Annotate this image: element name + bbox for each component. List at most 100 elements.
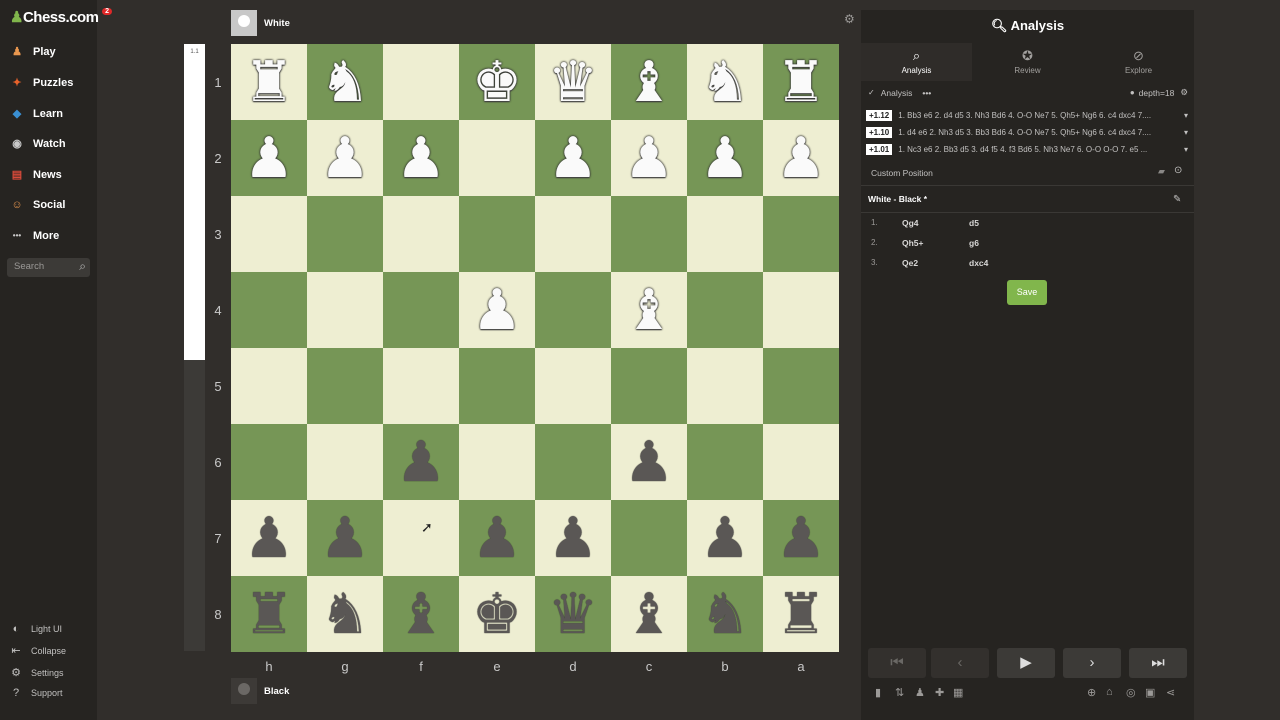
engine-line[interactable]: +1.01 1. Nc3 e6 2. Bb3 d5 3. d4 f5 4. f3 … — [866, 144, 1188, 155]
white-pawn-icon[interactable]: ♟ — [244, 130, 294, 186]
board-square[interactable] — [687, 196, 763, 272]
board-square[interactable]: ♚ — [459, 576, 535, 652]
sidebar-item-watch[interactable]: ◉ Watch — [9, 134, 65, 154]
white-move[interactable]: Qh5+ — [902, 238, 924, 248]
black-rook-icon[interactable]: ♜ — [776, 586, 826, 642]
board-square[interactable] — [459, 120, 535, 196]
board-square[interactable]: ♟ — [307, 120, 383, 196]
black-move[interactable]: dxc4 — [969, 258, 988, 268]
next-move-button[interactable]: › — [1063, 648, 1121, 678]
white-pawn-icon[interactable]: ♟ — [320, 130, 370, 186]
white-move[interactable]: Qg4 — [902, 218, 919, 228]
board-square[interactable]: ♜ — [763, 576, 839, 652]
white-knight-icon[interactable]: ♞ — [320, 54, 370, 110]
board-square[interactable]: ♜ — [763, 44, 839, 120]
black-pawn-icon[interactable]: ♟ — [624, 434, 674, 490]
black-queen-icon[interactable]: ♛ — [548, 586, 598, 642]
black-move[interactable]: d5 — [969, 218, 979, 228]
board-square[interactable] — [231, 348, 307, 424]
board-square[interactable] — [687, 272, 763, 348]
black-king-icon[interactable]: ♚ — [472, 586, 522, 642]
board-square[interactable]: ♛ — [535, 576, 611, 652]
target-icon[interactable]: ◎ — [1126, 686, 1136, 699]
white-bishop-icon[interactable]: ♝ — [624, 54, 674, 110]
chevron-down-icon[interactable]: ▾ — [1184, 128, 1188, 137]
board-square[interactable]: ♟ — [231, 500, 307, 576]
board-square[interactable] — [535, 424, 611, 500]
white-pawn-icon[interactable]: ♟ — [396, 130, 446, 186]
black-move[interactable]: g6 — [969, 238, 979, 248]
board-square[interactable]: ♟ — [459, 500, 535, 576]
sidebar-item-news[interactable]: ▤ News — [9, 165, 62, 185]
board-square[interactable] — [383, 348, 459, 424]
board-square[interactable] — [459, 196, 535, 272]
board-square[interactable]: ♝ — [383, 576, 459, 652]
engine-line[interactable]: +1.12 1. Bb3 e6 2. d4 d5 3. Nh3 Bd6 4. O-… — [866, 110, 1188, 121]
board-square[interactable] — [307, 424, 383, 500]
camera-icon[interactable]: ▣ — [1145, 686, 1155, 699]
board-square[interactable] — [535, 196, 611, 272]
black-pawn-icon[interactable]: ♟ — [700, 510, 750, 566]
board-square[interactable]: ♝ — [611, 272, 687, 348]
light-ui-toggle[interactable]: ◐ Light UI — [9, 623, 62, 635]
black-pawn-icon[interactable]: ♟ — [244, 510, 294, 566]
white-pawn-icon[interactable]: ♟ — [700, 130, 750, 186]
sidebar-item-learn[interactable]: ◆ Learn — [9, 104, 63, 124]
board-square[interactable] — [231, 424, 307, 500]
board-square[interactable]: ♟ — [763, 500, 839, 576]
board-square[interactable] — [383, 272, 459, 348]
board-square[interactable] — [535, 348, 611, 424]
analysis-toggle-label[interactable]: Analysis — [881, 88, 913, 98]
board-square[interactable]: ♟ — [459, 272, 535, 348]
board-square[interactable]: ♟ — [687, 500, 763, 576]
black-pawn-icon[interactable]: ♟ — [320, 510, 370, 566]
white-queen-icon[interactable]: ♛ — [548, 54, 598, 110]
board-settings-gear-icon[interactable]: ⚙ — [844, 12, 855, 26]
black-knight-icon[interactable]: ♞ — [700, 586, 750, 642]
top-player[interactable]: White — [231, 10, 290, 36]
board-square[interactable]: ♟ — [763, 120, 839, 196]
flip-board-icon[interactable]: ⇅ — [895, 686, 904, 699]
board-square[interactable] — [687, 348, 763, 424]
board-square[interactable]: ♜ — [231, 44, 307, 120]
library-icon[interactable]: ⌂ — [1106, 686, 1113, 698]
sidebar-item-more[interactable]: ••• More — [9, 226, 59, 246]
white-bishop-icon[interactable]: ♝ — [624, 282, 674, 338]
black-rook-icon[interactable]: ♜ — [244, 586, 294, 642]
settings-button[interactable]: ⚙ Settings — [9, 666, 63, 679]
board-square[interactable] — [307, 348, 383, 424]
more-options-icon[interactable]: ••• — [922, 88, 931, 98]
tab-explore[interactable]: ⊘ Explore — [1083, 43, 1194, 81]
engine-info-icon[interactable]: ● — [1130, 88, 1135, 97]
board-square[interactable]: ♚ — [459, 44, 535, 120]
sidebar-item-puzzles[interactable]: ✦ Puzzles — [9, 73, 73, 93]
check-icon[interactable]: ✓ — [868, 88, 875, 97]
edit-icon[interactable]: ✎ — [1173, 194, 1181, 205]
white-king-icon[interactable]: ♚ — [472, 54, 522, 110]
board-square[interactable]: ♞ — [687, 44, 763, 120]
board-square[interactable] — [611, 196, 687, 272]
chevron-down-icon[interactable]: ▾ — [1184, 145, 1188, 154]
board-square[interactable] — [763, 348, 839, 424]
white-rook-icon[interactable]: ♜ — [244, 54, 294, 110]
bottom-player[interactable]: Black — [231, 678, 289, 704]
first-move-button[interactable]: ⏮ — [868, 648, 926, 678]
zoom-icon[interactable]: ⊕ — [1087, 686, 1096, 699]
board-square[interactable] — [687, 424, 763, 500]
board-square[interactable] — [763, 424, 839, 500]
board-square[interactable] — [231, 196, 307, 272]
board-square[interactable]: ♟ — [535, 120, 611, 196]
tab-review[interactable]: ✪ Review — [972, 43, 1083, 81]
board-square[interactable] — [611, 348, 687, 424]
board-square[interactable]: ♞ — [307, 576, 383, 652]
black-pawn-icon[interactable]: ♟ — [776, 510, 826, 566]
engine-line[interactable]: +1.10 1. d4 e6 2. Nh3 d5 3. Bb3 Bd6 4. O-… — [866, 127, 1188, 138]
board-square[interactable]: ♟ — [231, 120, 307, 196]
board-setup-icon[interactable]: ▦ — [953, 686, 963, 699]
black-pawn-icon[interactable]: ♟ — [396, 434, 446, 490]
board-square[interactable] — [763, 196, 839, 272]
play-button[interactable]: ▶ — [997, 648, 1055, 678]
board-square[interactable]: ♝ — [611, 44, 687, 120]
white-move[interactable]: Qe2 — [902, 258, 918, 268]
sidebar-item-social[interactable]: ☺ Social — [9, 195, 65, 215]
